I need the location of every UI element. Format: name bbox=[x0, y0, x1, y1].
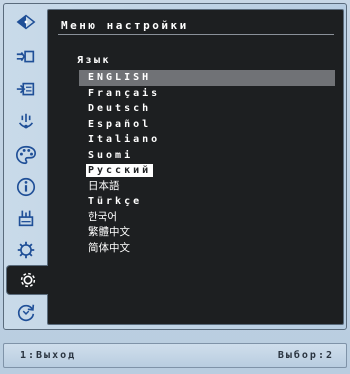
osd-window: Меню настройки Язык ENGLISH Français Deu… bbox=[3, 3, 347, 330]
language-option[interactable]: Türkçe bbox=[79, 194, 335, 210]
title-divider bbox=[58, 34, 334, 35]
language-option[interactable]: Suomi bbox=[79, 148, 335, 164]
language-list: ENGLISH Français Deutsch Español Italian… bbox=[79, 70, 335, 256]
language-option[interactable]: Deutsch bbox=[79, 101, 335, 117]
osd-frame: Меню настройки Язык ENGLISH Français Deu… bbox=[0, 0, 350, 374]
language-option[interactable]: 日本語 bbox=[79, 179, 335, 195]
picture-mode-icon[interactable] bbox=[8, 203, 44, 233]
hint-bar: 1:Выход Выбор:2 bbox=[3, 343, 347, 368]
exit-hint: 1:Выход bbox=[20, 350, 77, 361]
language-option[interactable]: Italiano bbox=[79, 132, 335, 148]
language-section-label: Язык bbox=[77, 55, 112, 66]
settings-gear-icon[interactable] bbox=[6, 265, 48, 295]
language-option-selected[interactable]: Русский bbox=[79, 163, 335, 179]
language-option[interactable]: 简体中文 bbox=[79, 241, 335, 257]
select-hint: Выбор:2 bbox=[277, 350, 334, 361]
language-option[interactable]: 繁體中文 bbox=[79, 225, 335, 241]
language-option[interactable]: Español bbox=[79, 117, 335, 133]
input-source-icon[interactable] bbox=[8, 42, 44, 72]
page-title: Меню настройки bbox=[61, 19, 189, 32]
language-option[interactable]: 한국어 bbox=[79, 210, 335, 226]
color-palette-icon[interactable] bbox=[8, 140, 44, 170]
brightness-contrast-icon[interactable] bbox=[8, 7, 44, 37]
language-option[interactable]: Français bbox=[79, 86, 335, 102]
color-temperature-icon[interactable] bbox=[8, 107, 44, 137]
system-setup-icon[interactable] bbox=[8, 235, 44, 265]
picture-adjust-icon[interactable] bbox=[8, 75, 44, 105]
language-option[interactable]: ENGLISH bbox=[79, 70, 335, 86]
reset-icon[interactable] bbox=[8, 298, 44, 328]
sidebar bbox=[4, 4, 48, 331]
information-icon[interactable] bbox=[8, 172, 44, 202]
settings-panel: Меню настройки Язык ENGLISH Français Deu… bbox=[47, 9, 344, 325]
